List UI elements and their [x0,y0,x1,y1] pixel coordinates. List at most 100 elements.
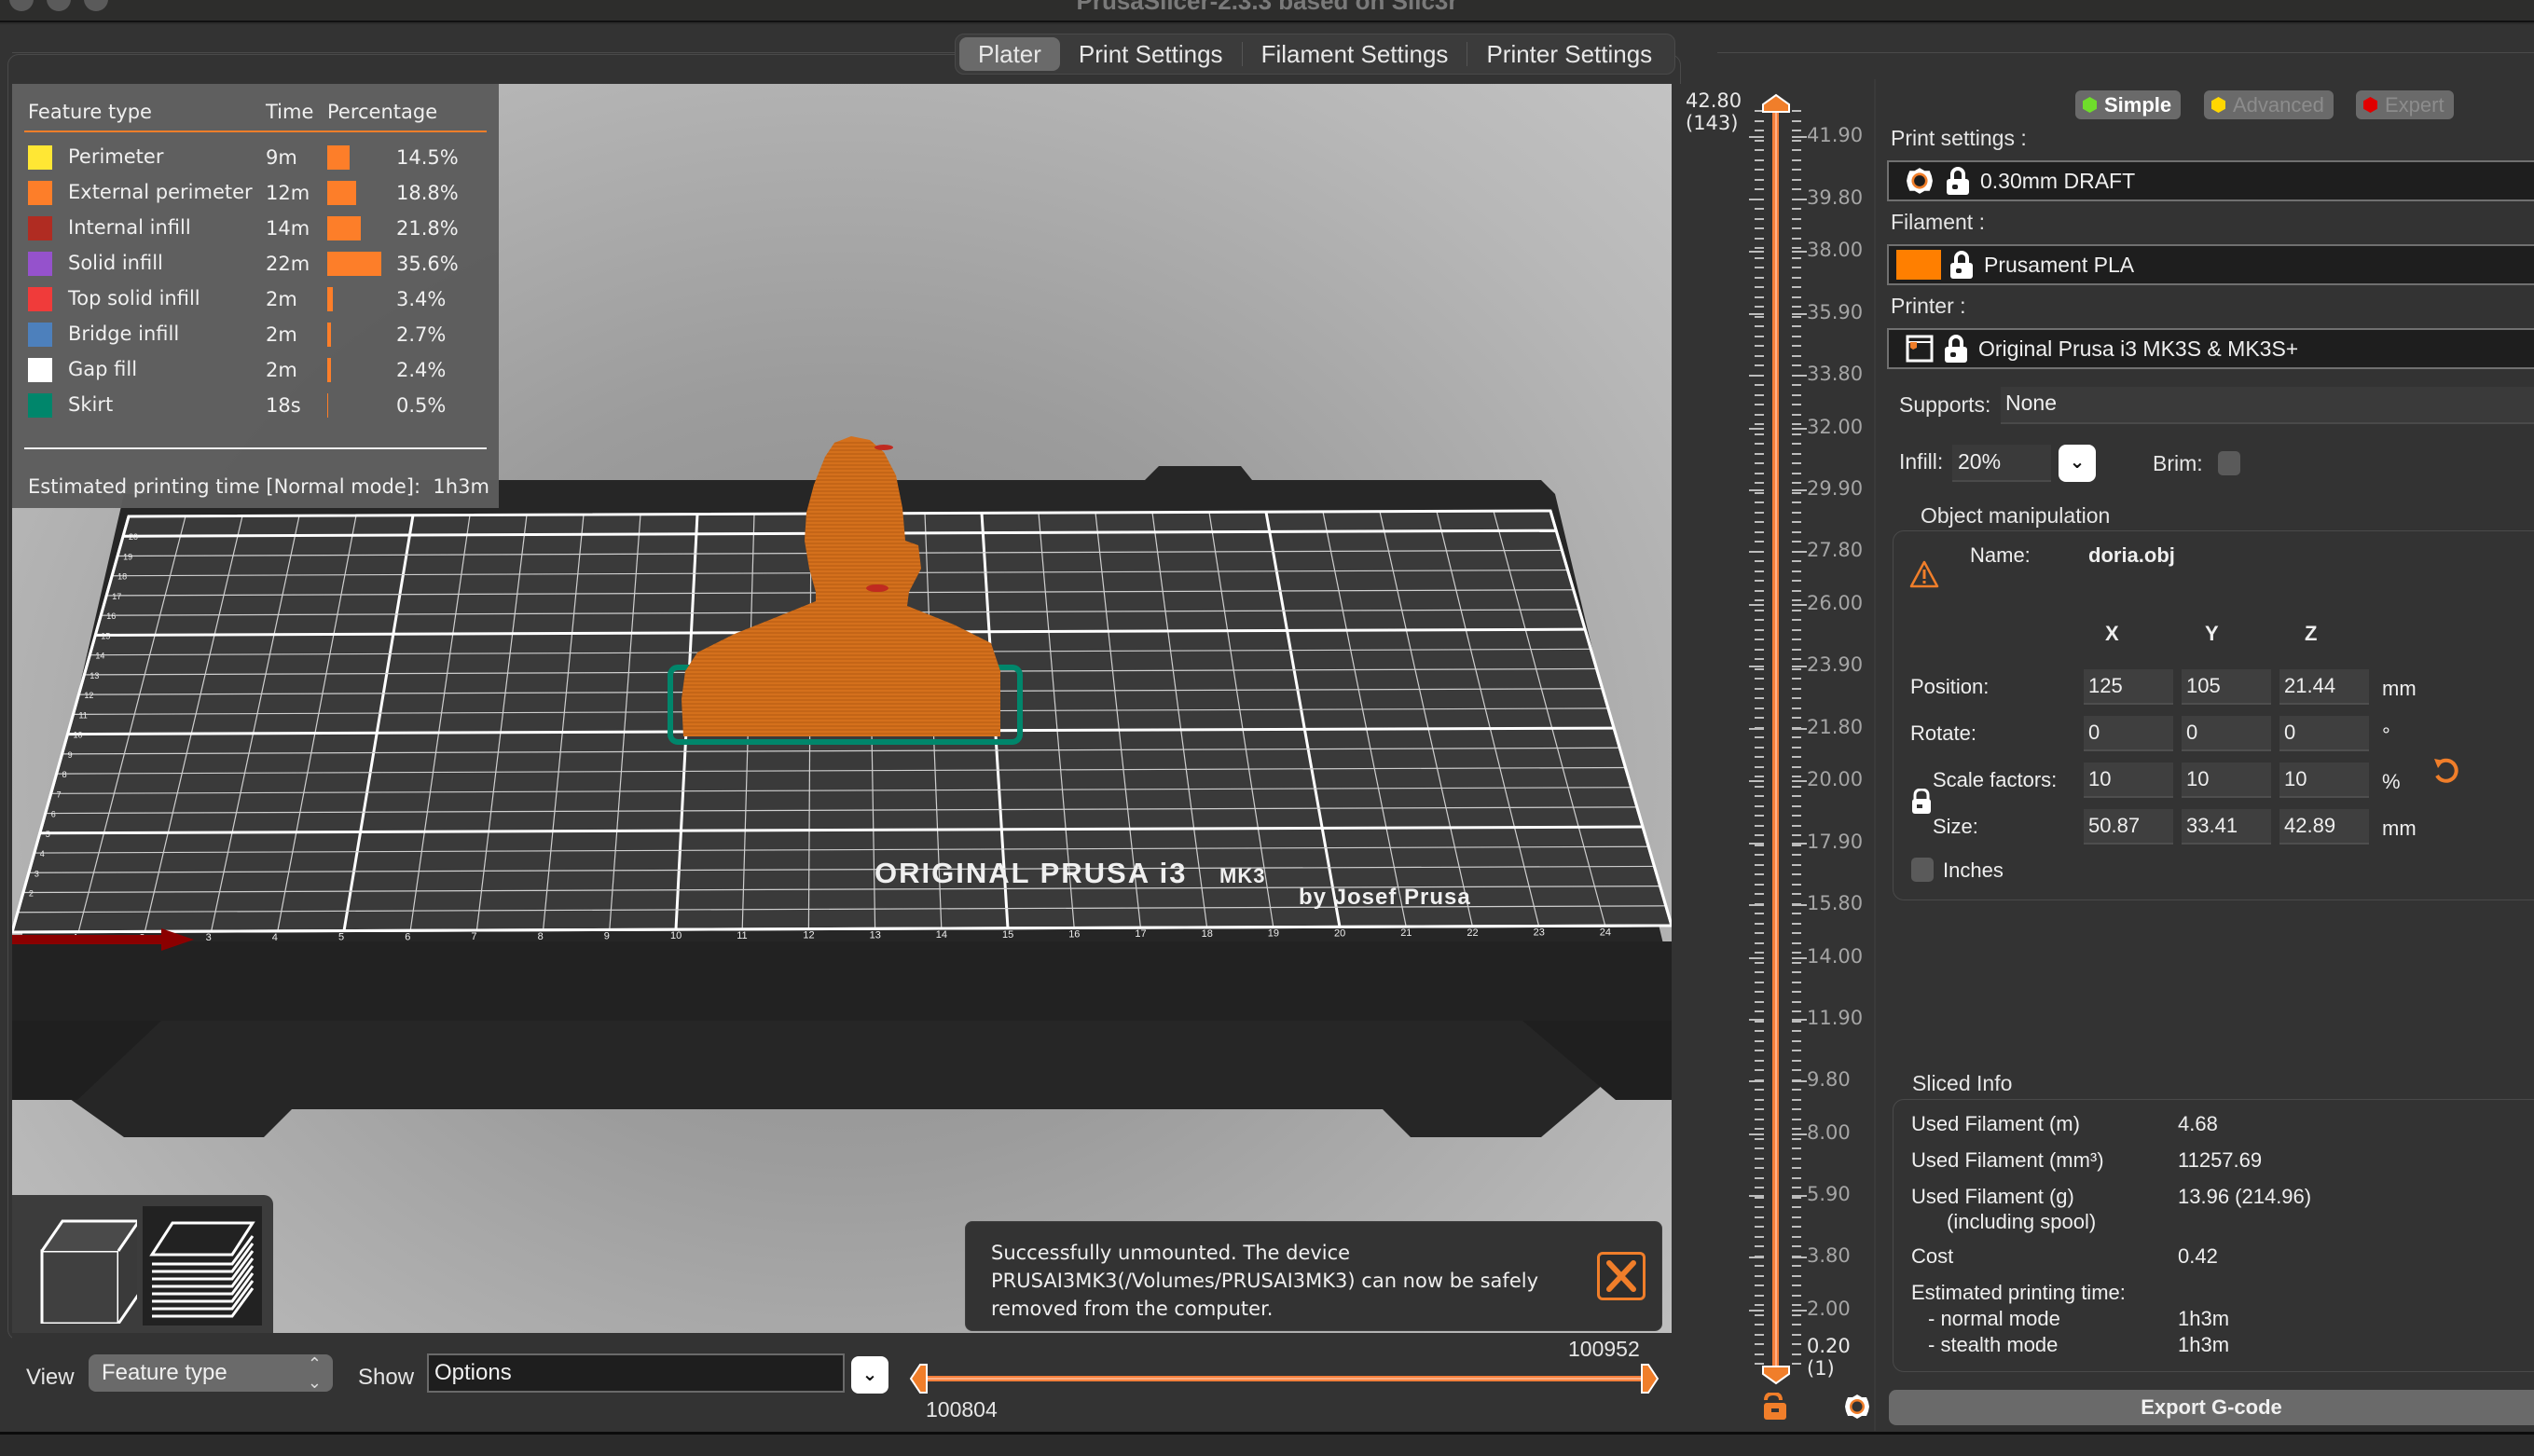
manip-field-z[interactable]: 0 [2279,716,2369,751]
slider-major-tick [1792,666,1807,668]
legend-percentage-bar [327,145,350,170]
mode-simple-label: Simple [2104,92,2172,117]
tab-plater[interactable]: Plater [959,37,1060,71]
sliced-info-box [1893,1099,2534,1372]
slider-tick [1792,815,1801,817]
cog-icon [1907,168,1933,194]
slider-tick [1792,119,1801,122]
slider-tick [1792,178,1801,181]
slider-major-tick [1749,551,1764,554]
notification-close-button[interactable] [1597,1252,1646,1300]
mode-advanced-button[interactable]: Advanced [2204,90,2334,119]
horizontal-slider-track[interactable] [918,1376,1650,1381]
manip-field-y[interactable]: 10 [2182,762,2271,798]
manip-unit: mm [2382,677,2417,700]
show-options-combo[interactable]: Options [427,1353,845,1393]
slider-tick [1792,169,1801,171]
slider-tick [1755,815,1764,817]
horizontal-slider-lower-thumb[interactable] [908,1363,930,1394]
legend-header-time: Time [266,101,314,123]
slider-major-tick [1749,374,1764,377]
legend-row: Internal infill 14m 21.8% [28,211,483,246]
printer-combo[interactable]: Original Prusa i3 MK3S & MK3S+ [1887,328,2534,369]
slider-tick [1755,393,1764,396]
slider-tick-label: 32.00 [1807,415,1864,438]
manip-field-z[interactable]: 42.89 [2279,809,2369,845]
manip-field-x[interactable]: 10 [2084,762,2173,798]
show-options-dropdown-button[interactable]: ⌄ [851,1356,888,1394]
tab-print-settings[interactable]: Print Settings [1060,37,1242,71]
bed-y-label: 17 [112,592,121,601]
slider-tick [1792,1206,1801,1208]
slider-tick [1792,893,1801,895]
slider-unlock-icon[interactable] [1762,1393,1788,1421]
slider-tick [1755,158,1764,161]
chevron-down-icon: ⌄ [861,1363,878,1385]
slider-tick [1792,854,1801,856]
bed-x-label: 7 [471,931,476,942]
legend-percentage: 0.5% [396,394,447,417]
vertical-slider-upper-thumb[interactable] [1761,93,1791,114]
view-type-select[interactable]: Feature type ⌃ ⌄ [89,1354,333,1392]
legend-row: Gap fill 2m 2.4% [28,352,483,388]
legend-time: 18s [266,394,301,417]
slider-tick [1792,354,1801,357]
slider-settings-cog-icon[interactable] [1844,1394,1870,1420]
manip-field-y[interactable]: 0 [2182,716,2271,751]
manip-field-z[interactable]: 10 [2279,762,2369,798]
tab-filament-settings[interactable]: Filament Settings [1243,37,1467,71]
slider-tick [1755,511,1764,514]
vertical-slider-lower-thumb[interactable] [1761,1365,1791,1385]
axis-z-header: Z [2305,622,2318,645]
filament-combo[interactable]: Prusament PLA [1887,244,2534,285]
reset-scale-icon[interactable] [2432,757,2458,787]
legend-percentage-bar [327,393,328,418]
slider-tick [1755,756,1764,758]
3d-editor-view-button[interactable] [25,1212,142,1326]
slider-tick [1755,1039,1764,1042]
slider-tick [1792,785,1801,788]
slider-tick [1755,208,1764,210]
slider-tick [1792,1147,1801,1149]
preview-view-button[interactable] [143,1206,262,1326]
slider-tick [1792,1245,1801,1247]
slider-tick [1755,354,1764,357]
export-gcode-button[interactable]: Export G-code [1889,1390,2534,1425]
view-type-value: Feature type [102,1360,227,1385]
tab-printer-settings[interactable]: Printer Settings [1467,37,1671,71]
slider-tick [1755,697,1764,699]
slider-tick [1755,834,1764,836]
bed-y-label: 6 [51,810,56,819]
filament-color-swatch[interactable] [1896,250,1941,280]
lower-layer: (1) [1807,1357,1835,1380]
slider-tick-label: 14.00 [1807,944,1864,968]
slider-tick [1755,883,1764,886]
slider-tick [1755,609,1764,611]
bed-y-label: 5 [46,830,50,839]
scale-lock-icon[interactable] [1911,789,1932,815]
slider-tick [1755,1000,1764,1003]
print-settings-combo[interactable]: 0.30mm DRAFT [1887,160,2534,201]
slider-tick [1792,139,1801,142]
manip-field-y[interactable]: 33.41 [2182,809,2271,845]
object-name-value: doria.obj [2088,543,2175,567]
slider-tick [1755,541,1764,543]
legend-percentage-bar [327,287,333,311]
infill-dropdown-button[interactable]: ⌄ [2059,445,2096,482]
horizontal-slider-upper-thumb[interactable] [1638,1363,1660,1394]
slider-tick [1792,1176,1801,1179]
manip-field-z[interactable]: 21.44 [2279,669,2369,705]
mode-expert-button[interactable]: Expert [2356,90,2454,119]
mode-simple-button[interactable]: Simple [2075,90,2182,119]
manip-field-x[interactable]: 0 [2084,716,2173,751]
vertical-slider-track[interactable] [1772,104,1779,1372]
legend-percentage: 2.4% [396,359,447,381]
manip-field-x[interactable]: 125 [2084,669,2173,705]
warning-icon[interactable] [1909,560,1939,588]
manip-field-x[interactable]: 50.87 [2084,809,2173,845]
infill-input[interactable]: 20% [1952,445,2051,482]
supports-select[interactable]: None [2001,387,2534,424]
manip-field-y[interactable]: 105 [2182,669,2271,705]
slider-major-tick [1749,956,1764,959]
brim-checkbox[interactable] [2218,451,2240,475]
